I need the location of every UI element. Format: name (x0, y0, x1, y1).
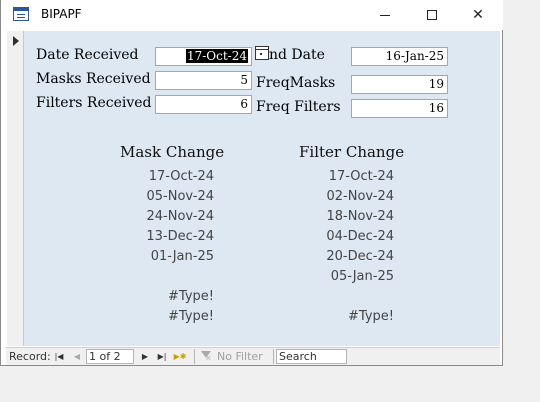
filter-change-date[interactable]: 04-Dec-24 (294, 227, 394, 247)
freq-filters-field[interactable]: 16 (351, 99, 448, 118)
date-received-label: Date Received (36, 47, 139, 63)
mask-change-date[interactable]: 05-Nov-24 (114, 187, 215, 207)
filter-change-date[interactable]: 17-Oct-24 (294, 167, 394, 187)
filter-change-date[interactable]: 18-Nov-24 (294, 207, 395, 227)
filters-received-label: Filters Received (36, 95, 152, 111)
freq-masks-label: FreqMasks (256, 75, 336, 91)
end-date-field[interactable]: 16-Jan-25 (351, 47, 448, 66)
minimize-icon (380, 14, 390, 16)
filter-change-date[interactable]: #Type! (294, 307, 394, 327)
filter-change-date[interactable]: 05-Jan-25 (294, 267, 394, 287)
record-position-input[interactable]: 1 of 2 (86, 349, 134, 364)
masks-received-label: Masks Received (36, 71, 151, 87)
filter-change-date[interactable]: 02-Nov-24 (294, 187, 395, 207)
date-picker-icon[interactable] (255, 46, 269, 60)
filter-change-heading: Filter Change (299, 143, 405, 161)
current-record-arrow-icon (13, 36, 19, 46)
freq-masks-field[interactable]: 19 (351, 75, 448, 94)
minimize-button[interactable] (362, 0, 408, 30)
date-received-field[interactable]: 17-Oct-24 (155, 47, 252, 66)
record-label: Record: (9, 350, 51, 363)
close-button[interactable]: ✕ (455, 0, 501, 30)
filter-change-list: 17-Oct-24 02-Nov-24 18-Nov-24 04-Dec-24 … (294, 167, 394, 327)
previous-record-button[interactable]: ◀ (70, 349, 84, 364)
no-filter-button[interactable]: No Filter (217, 349, 263, 364)
date-received-value: 17-Oct-24 (185, 49, 248, 63)
maximize-button[interactable] (409, 0, 455, 30)
mask-change-date[interactable]: 13-Dec-24 (114, 227, 214, 247)
last-record-button[interactable]: ▶| (155, 349, 169, 364)
new-record-button[interactable]: ▶✱ (173, 349, 187, 364)
mask-change-date[interactable]: #Type! (114, 287, 214, 307)
mask-change-date[interactable]: 01-Jan-25 (114, 247, 214, 267)
search-input[interactable]: Search (276, 349, 347, 364)
filter-change-date[interactable] (294, 287, 394, 307)
filters-received-field[interactable]: 6 (155, 95, 252, 114)
mask-change-date[interactable] (114, 267, 214, 287)
close-icon: ✕ (472, 7, 484, 23)
next-record-button[interactable]: ▶ (138, 349, 152, 364)
first-record-button[interactable]: |◀ (52, 349, 66, 364)
freq-filters-label: Freq Filters (256, 99, 341, 115)
nav-divider (273, 349, 274, 364)
mask-change-list: 17-Oct-24 05-Nov-24 24-Nov-24 13-Dec-24 … (114, 167, 214, 327)
form-icon (13, 7, 29, 21)
filter-change-date[interactable]: 20-Dec-24 (294, 247, 394, 267)
mask-change-date[interactable]: 24-Nov-24 (114, 207, 215, 227)
nav-divider (194, 349, 195, 364)
masks-received-field[interactable]: 5 (155, 71, 252, 90)
mask-change-heading: Mask Change (120, 143, 225, 161)
form-window: BIPAPF ✕ Date Received 17-Oct-24 Masks R… (0, 0, 503, 366)
filter-clear-icon: ✕ (205, 354, 212, 363)
title-bar: BIPAPF ✕ (1, 0, 503, 30)
maximize-icon (427, 10, 437, 20)
mask-change-date[interactable]: #Type! (114, 307, 214, 327)
window-title: BIPAPF (41, 7, 82, 21)
mask-change-date[interactable]: 17-Oct-24 (114, 167, 214, 187)
record-selector[interactable] (7, 31, 24, 346)
end-date-label: nd Date (269, 47, 325, 63)
record-navigation-bar: Record: |◀ ◀ 1 of 2 ▶ ▶| ▶✱ ✕ No Filter … (6, 347, 500, 365)
